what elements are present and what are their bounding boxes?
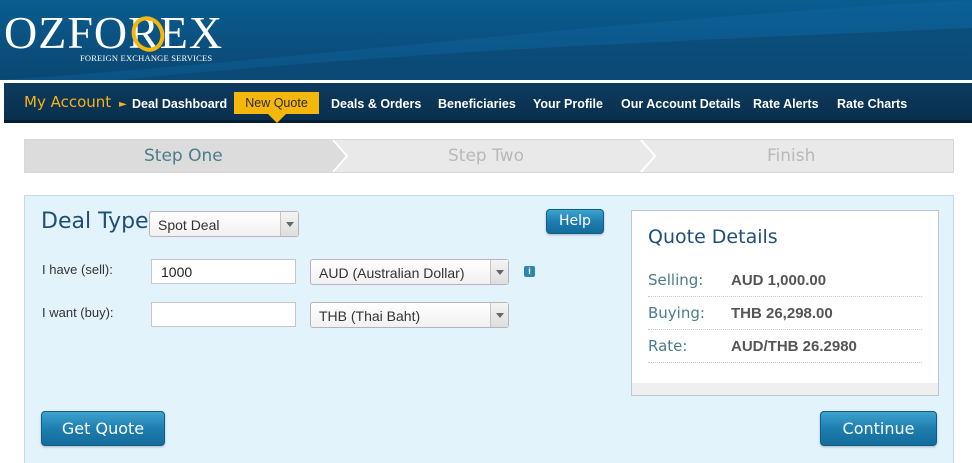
dropdown-arrow-icon <box>490 260 508 284</box>
nav-item-your-profile[interactable]: Your Profile <box>533 97 603 111</box>
quote-buying-label: Buying: <box>648 304 705 322</box>
continue-button[interactable]: Continue <box>820 411 937 446</box>
nav-item-rate-charts[interactable]: Rate Charts <box>837 97 907 111</box>
logo-tagline: FOREIGN EXCHANGE SERVICES <box>80 53 213 63</box>
sell-currency-value: AUD (Australian Dollar) <box>319 265 465 281</box>
sell-amount-input[interactable] <box>151 259 296 284</box>
dropdown-arrow-icon <box>490 303 508 327</box>
step-one: Step One <box>144 146 223 166</box>
nav-item-new-quote[interactable]: New Quote <box>234 92 319 114</box>
main-navigation: My Account ► Deal Dashboard New Quote De… <box>0 80 972 123</box>
nav-item-our-account-details[interactable]: Our Account Details <box>621 97 741 111</box>
dropdown-arrow-icon <box>280 212 298 236</box>
nav-item-deals-orders[interactable]: Deals & Orders <box>331 97 421 111</box>
quote-selling-label: Selling: <box>648 271 704 289</box>
chevron-right-icon: ► <box>118 99 127 110</box>
info-icon[interactable]: i <box>524 266 535 277</box>
quote-panel: Deal Type: Spot Deal Help I have (sell):… <box>24 195 954 463</box>
nav-item-new-quote-label: New Quote <box>245 96 308 110</box>
step-finish: Finish <box>767 146 816 166</box>
get-quote-button[interactable]: Get Quote <box>41 411 165 446</box>
nav-item-deal-dashboard[interactable]: Deal Dashboard <box>132 97 227 111</box>
step-two: Step Two <box>448 146 524 166</box>
deal-type-label: Deal Type: <box>41 209 157 234</box>
quote-rate-label: Rate: <box>648 337 688 355</box>
nav-active-pointer <box>268 114 286 123</box>
help-button[interactable]: Help <box>546 209 604 234</box>
have-sell-label: I have (sell): <box>42 262 113 277</box>
quote-rate-value: AUD/THB 26.2980 <box>731 338 857 355</box>
quote-row-rate: Rate: AUD/THB 26.2980 <box>648 330 922 363</box>
quote-buying-value: THB 26,298.00 <box>731 305 833 322</box>
nav-bar: My Account ► Deal Dashboard New Quote De… <box>4 83 972 123</box>
nav-item-rate-alerts[interactable]: Rate Alerts <box>753 97 819 111</box>
site-header: OZFOREX FOREIGN EXCHANGE SERVICES <box>0 0 972 80</box>
my-account-label: My Account <box>24 93 112 111</box>
buy-amount-input[interactable] <box>151 302 296 327</box>
progress-steps: Step One Step Two Finish <box>24 139 954 173</box>
quote-details-footer <box>632 383 938 395</box>
my-account-menu[interactable]: My Account ► <box>24 93 127 111</box>
logo-swirl-icon <box>131 16 165 52</box>
deal-type-select[interactable]: Spot Deal <box>149 211 299 237</box>
quote-selling-value: AUD 1,000.00 <box>731 272 827 289</box>
want-buy-label: I want (buy): <box>42 305 114 320</box>
quote-details-box: Quote Details Selling: AUD 1,000.00 Buyi… <box>631 210 939 396</box>
quote-row-buying: Buying: THB 26,298.00 <box>648 297 922 330</box>
nav-item-beneficiaries[interactable]: Beneficiaries <box>438 97 516 111</box>
deal-type-value: Spot Deal <box>158 217 220 233</box>
sell-currency-select[interactable]: AUD (Australian Dollar) <box>310 259 509 285</box>
quote-details-title: Quote Details <box>648 226 778 248</box>
buy-currency-value: THB (Thai Baht) <box>319 308 421 324</box>
quote-row-selling: Selling: AUD 1,000.00 <box>648 264 922 297</box>
buy-currency-select[interactable]: THB (Thai Baht) <box>310 302 509 328</box>
